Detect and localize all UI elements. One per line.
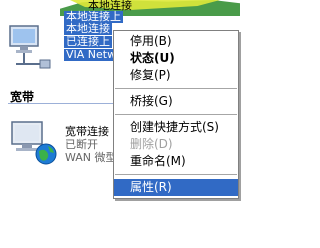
menu-item-disable[interactable]: 停用(B) (114, 33, 238, 50)
broadband-device: WAN 微型 (65, 151, 117, 164)
section-divider (8, 103, 118, 104)
broadband-name: 宽带连接 (65, 125, 109, 138)
broadband-connection-icon[interactable] (6, 118, 62, 170)
local-connection-device: VIA Netw (64, 48, 119, 61)
lan-connection-icon[interactable] (6, 22, 58, 72)
menu-item-rename[interactable]: 重命名(M) (114, 153, 238, 170)
menu-separator (115, 174, 237, 175)
menu-item-status[interactable]: 状态(U) (114, 50, 238, 67)
local-connection-status: 已连接上 (64, 35, 112, 48)
menu-separator (115, 114, 237, 115)
broadband-status: 已断开 (65, 138, 98, 151)
desktop-canvas: 本地连接 本地连接上 本地连接 已连接上 VIA Netw 宽带 宽带连接 已断… (0, 0, 295, 248)
menu-item-properties[interactable]: 属性(R) (114, 179, 238, 196)
menu-item-bridge[interactable]: 桥接(G) (114, 93, 238, 110)
menu-item-repair[interactable]: 修复(P) (114, 67, 238, 84)
menu-item-create-shortcut[interactable]: 创建快捷方式(S) (114, 119, 238, 136)
menu-item-delete: 删除(D) (130, 137, 173, 151)
context-menu: 停用(B) 状态(U) 修复(P) 桥接(G) 创建快捷方式(S) 删除(D) … (113, 30, 239, 199)
menu-separator (115, 88, 237, 89)
local-connection-label-3: 本地连接 (64, 22, 112, 35)
